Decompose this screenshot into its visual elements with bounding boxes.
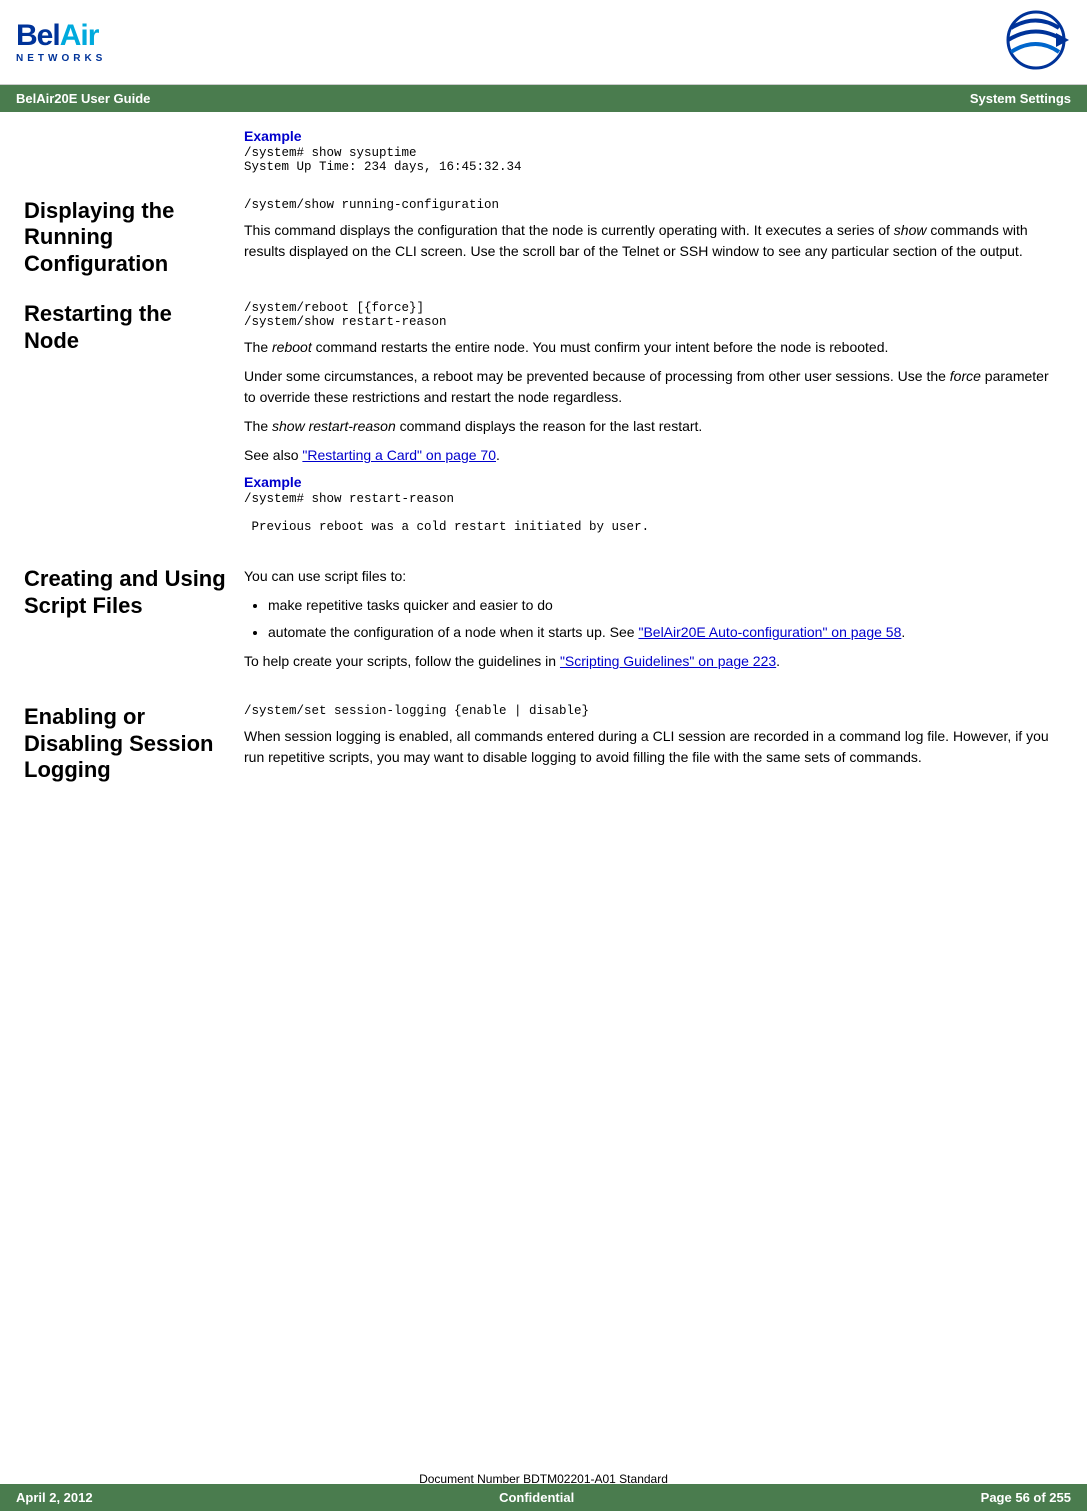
section-label-displaying: Displaying the Running Configuration	[24, 198, 244, 277]
scripting-intro: You can use script files to:	[244, 566, 1063, 587]
italic-show-restart: show restart-reason	[272, 418, 396, 434]
footer-left: April 2, 2012	[16, 1490, 93, 1505]
scripting-bullets: make repetitive tasks quicker and easier…	[268, 595, 1063, 643]
section-content-scripting: You can use script files to: make repeti…	[244, 566, 1063, 680]
logo-brand: BelAir	[16, 21, 106, 51]
displaying-para: This command displays the configuration …	[244, 220, 1063, 262]
section-content-session-logging: /system/set session-logging {enable | di…	[244, 704, 1063, 783]
logo-sub: NETWORKS	[16, 53, 106, 64]
main-content: Example /system# show sysuptime System U…	[0, 112, 1087, 887]
section-content-restarting: /system/reboot [{force}] /system/show re…	[244, 301, 1063, 542]
intro-section: Example /system# show sysuptime System U…	[24, 128, 1063, 174]
session-logging-para: When session logging is enabled, all com…	[244, 726, 1063, 768]
nav-right: System Settings	[970, 91, 1071, 106]
italic-force: force	[950, 368, 981, 384]
restarting-example-label: Example	[244, 474, 1063, 490]
page-header: BelAir NETWORKS	[0, 0, 1087, 85]
logo-air: Air	[60, 19, 99, 52]
section-label-restarting: Restarting the Node	[24, 301, 244, 542]
footer-right: Page 56 of 255	[981, 1490, 1071, 1505]
section-scripting: Creating and Using Script Files You can …	[24, 566, 1063, 680]
section-restarting: Restarting the Node /system/reboot [{for…	[24, 301, 1063, 542]
footer-center: Confidential	[499, 1490, 574, 1505]
italic-show: show	[894, 222, 927, 238]
section-label-scripting: Creating and Using Script Files	[24, 566, 244, 680]
right-logo-icon	[981, 8, 1071, 76]
nav-bar: BelAir20E User Guide System Settings	[0, 85, 1087, 112]
scripting-bullet-1: make repetitive tasks quicker and easier…	[268, 595, 1063, 616]
section-content-displaying: /system/show running-configuration This …	[244, 198, 1063, 277]
logo-area: BelAir NETWORKS	[16, 21, 106, 64]
nav-left: BelAir20E User Guide	[16, 91, 150, 106]
displaying-code: /system/show running-configuration	[244, 198, 1063, 212]
session-logging-code: /system/set session-logging {enable | di…	[244, 704, 1063, 718]
restarting-para-2: Under some circumstances, a reboot may b…	[244, 366, 1063, 408]
restarting-link[interactable]: "Restarting a Card" on page 70	[302, 447, 496, 463]
scripting-link-1[interactable]: "BelAir20E Auto-configuration" on page 5…	[638, 624, 901, 640]
restarting-para-4: See also "Restarting a Card" on page 70.	[244, 445, 1063, 466]
scripting-link-2[interactable]: "Scripting Guidelines" on page 223	[560, 653, 776, 669]
section-displaying: Displaying the Running Configuration /sy…	[24, 198, 1063, 277]
section-session-logging: Enabling or Disabling Session Logging /s…	[24, 704, 1063, 783]
restarting-para-1: The reboot command restarts the entire n…	[244, 337, 1063, 358]
italic-reboot: reboot	[272, 339, 312, 355]
section-label-session-logging: Enabling or Disabling Session Logging	[24, 704, 244, 783]
footer-bar: April 2, 2012 Confidential Page 56 of 25…	[0, 1484, 1087, 1511]
logo-wrapper: BelAir NETWORKS	[16, 21, 106, 64]
restarting-code: /system/reboot [{force}] /system/show re…	[244, 301, 1063, 329]
intro-code: /system# show sysuptime System Up Time: …	[244, 146, 1063, 174]
scripting-bullet-2: automate the configuration of a node whe…	[268, 622, 1063, 643]
logo-bel: Bel	[16, 19, 60, 52]
scripting-after-bullets: To help create your scripts, follow the …	[244, 651, 1063, 672]
restarting-para-3: The show restart-reason command displays…	[244, 416, 1063, 437]
restarting-example-code: /system# show restart-reason Previous re…	[244, 492, 1063, 534]
intro-example-label: Example	[244, 128, 1063, 144]
